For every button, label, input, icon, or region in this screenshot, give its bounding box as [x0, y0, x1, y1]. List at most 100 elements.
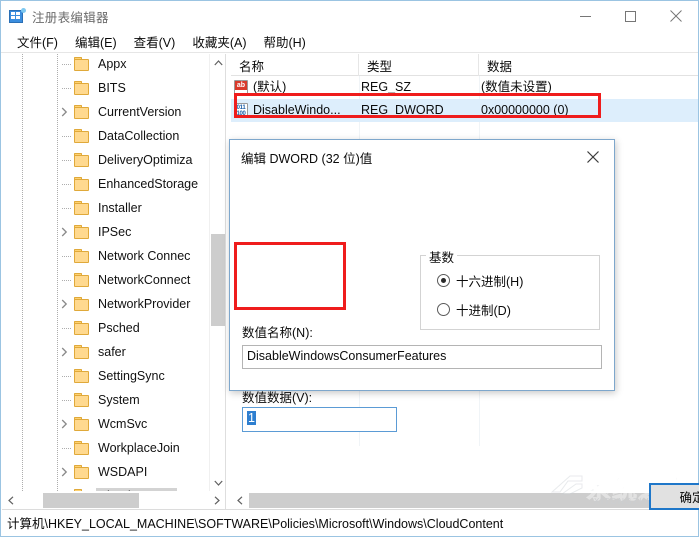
tree-item-enhancedstorage[interactable]: EnhancedStorage	[2, 172, 210, 196]
tree-hscroll-thumb[interactable]	[43, 493, 139, 508]
tree-item-settingsync[interactable]: SettingSync	[2, 364, 210, 388]
radio-hexadecimal[interactable]: 十六进制(H)	[437, 271, 523, 290]
string-value-icon: ab	[234, 80, 248, 95]
tree-item-label: Psched	[98, 320, 140, 335]
menu-favorites[interactable]: 收藏夹(A)	[184, 30, 255, 53]
dialog-close-button[interactable]	[571, 140, 614, 174]
tree-vertical-scrollbar[interactable]	[209, 54, 225, 491]
tree-connector	[57, 76, 74, 100]
tree-item-label: WcmSvc	[98, 416, 148, 431]
tree-connector	[57, 316, 74, 340]
expand-chevron-icon[interactable]	[57, 292, 74, 316]
tree-item-label: NetworkConnect	[98, 272, 191, 287]
value-type-cell: REG_DWORD	[361, 103, 444, 117]
expand-chevron-icon[interactable]	[57, 100, 74, 124]
menu-file[interactable]: 文件(F)	[9, 30, 67, 53]
tree-item-currentversion[interactable]: CurrentVersion	[2, 100, 210, 124]
tree-connector	[57, 268, 74, 292]
menu-edit[interactable]: 编辑(E)	[67, 30, 126, 53]
menu-help[interactable]: 帮助(H)	[255, 30, 314, 53]
tree-item-safer[interactable]: safer	[2, 340, 210, 364]
scroll-up-icon[interactable]	[210, 54, 225, 71]
tree-item-label: NetworkProvider	[98, 296, 191, 311]
folder-icon	[74, 465, 91, 479]
tree-scroll-thumb[interactable]	[211, 234, 225, 326]
folder-icon	[74, 417, 91, 431]
tree-item-label: IPSec	[98, 224, 132, 239]
values-column-header: 名称 类型 数据	[231, 54, 698, 76]
column-header-name[interactable]: 名称	[231, 54, 359, 76]
tree-item-system[interactable]: System	[2, 388, 210, 412]
tree-connector	[57, 148, 74, 172]
menu-bar: 文件(F) 编辑(E) 查看(V) 收藏夹(A) 帮助(H)	[1, 31, 698, 53]
window-controls	[563, 1, 698, 31]
tree-item-network-connec[interactable]: Network Connec	[2, 244, 210, 268]
folder-icon	[74, 393, 91, 407]
ok-button[interactable]: 确定	[649, 483, 699, 510]
tree-item-datacollection[interactable]: DataCollection	[2, 124, 210, 148]
column-header-type[interactable]: 类型	[359, 54, 479, 76]
value-data-input[interactable]: 1	[242, 407, 397, 432]
registry-tree[interactable]: Appx BITS CurrentVersion DataCollection Deli…	[2, 54, 210, 491]
tree-item-appx[interactable]: Appx	[2, 54, 210, 76]
tree-item-networkconnect[interactable]: NetworkConnect	[2, 268, 210, 292]
scroll-right-icon[interactable]	[208, 492, 225, 509]
tree-item-installer[interactable]: Installer	[2, 196, 210, 220]
dword-value-icon: 011 100	[234, 103, 248, 118]
tree-item-label: CurrentVersion	[98, 104, 182, 119]
scroll-left-icon[interactable]	[231, 492, 248, 509]
tree-item-label: Network Connec	[98, 248, 191, 263]
tree-item-cloudcontent[interactable]: CloudContent	[2, 484, 210, 491]
tree-item-workplacejoin[interactable]: WorkplaceJoin	[2, 436, 210, 460]
radio-hexadecimal-icon	[437, 274, 450, 287]
tree-item-label: DeliveryOptimiza	[98, 152, 193, 167]
expand-chevron-icon[interactable]	[57, 220, 74, 244]
folder-icon	[74, 345, 91, 359]
tree-item-networkprovider[interactable]: NetworkProvider	[2, 292, 210, 316]
minimize-button[interactable]	[563, 1, 608, 31]
maximize-button[interactable]	[608, 1, 653, 31]
radio-decimal[interactable]: 十进制(D)	[437, 300, 511, 319]
window-title: 注册表编辑器	[32, 10, 109, 25]
table-row[interactable]: 011 100 DisableWindo... REG_DWORD 0x0000…	[231, 99, 698, 122]
tree-horizontal-scrollbar[interactable]	[2, 492, 225, 509]
tree-item-label: Installer	[98, 200, 142, 215]
value-name-input[interactable]: DisableWindowsConsumerFeatures	[242, 345, 602, 369]
close-button[interactable]	[653, 1, 698, 31]
scroll-down-icon[interactable]	[210, 474, 225, 491]
values-horizontal-scrollbar[interactable]	[231, 492, 698, 509]
folder-icon	[74, 105, 91, 119]
registry-tree-pane: Appx BITS CurrentVersion DataCollection Deli…	[2, 54, 226, 509]
expand-chevron-icon[interactable]	[57, 340, 74, 364]
tree-item-label: System	[98, 392, 140, 407]
tree-item-wcmsvc[interactable]: WcmSvc	[2, 412, 210, 436]
column-header-data[interactable]: 数据	[479, 54, 698, 76]
tree-item-bits[interactable]: BITS	[2, 76, 210, 100]
scroll-left-icon[interactable]	[2, 492, 19, 509]
menu-view[interactable]: 查看(V)	[126, 30, 185, 53]
folder-icon	[74, 489, 91, 491]
dialog-title-bar: 编辑 DWORD (32 位)值	[230, 140, 614, 174]
values-hscroll-thumb[interactable]	[249, 493, 681, 508]
tree-item-wsdapi[interactable]: WSDAPI	[2, 460, 210, 484]
tree-item-label: SettingSync	[98, 368, 165, 383]
expand-chevron-icon[interactable]	[57, 460, 74, 484]
tree-item-label: Appx	[98, 56, 127, 71]
tree-item-psched[interactable]: Psched	[2, 316, 210, 340]
tree-item-label: DataCollection	[98, 128, 180, 143]
edit-dword-dialog: 编辑 DWORD (32 位)值 数值名称(N): DisableWindows…	[229, 139, 699, 510]
expand-chevron-icon[interactable]	[57, 412, 74, 436]
tree-connector	[57, 172, 74, 196]
tree-item-label: BITS	[98, 80, 126, 95]
tree-item-ipsec[interactable]: IPSec	[2, 220, 210, 244]
tree-connector	[57, 484, 74, 491]
tree-item-deliveryoptimiza[interactable]: DeliveryOptimiza	[2, 148, 210, 172]
table-row[interactable]: ab (默认) REG_SZ (数值未设置)	[231, 76, 698, 99]
